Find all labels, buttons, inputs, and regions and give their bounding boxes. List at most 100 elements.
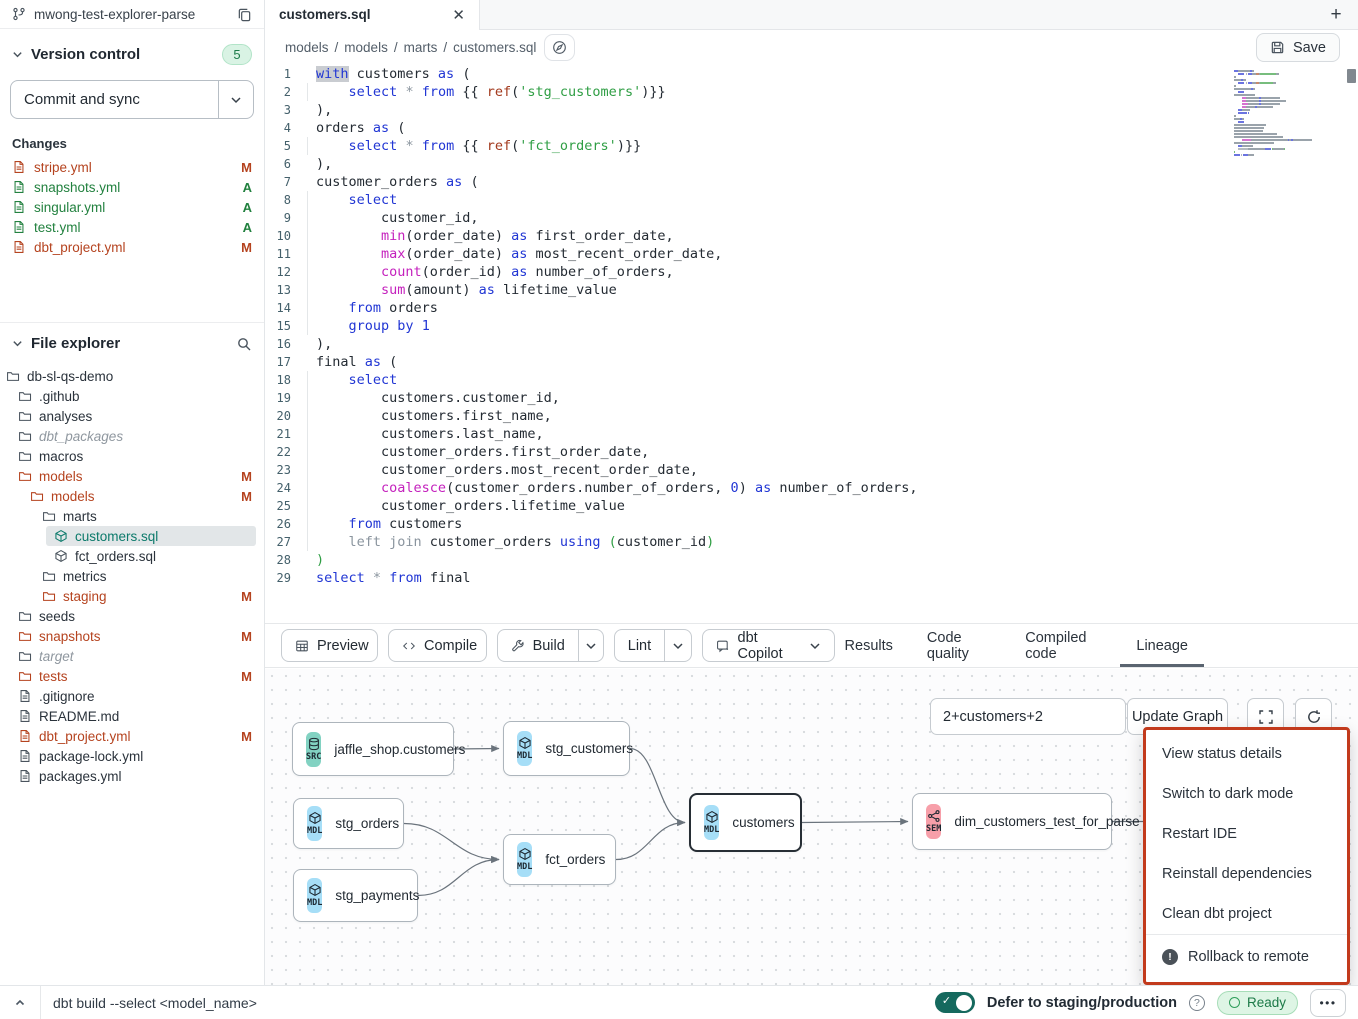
code-line[interactable]: 4orders as ( bbox=[265, 119, 1358, 137]
lineage-selector-input[interactable] bbox=[930, 698, 1126, 735]
changed-file-row[interactable]: stripe.yml M bbox=[0, 157, 264, 177]
tree-item-package-lock-yml[interactable]: package-lock.yml bbox=[0, 746, 264, 766]
code-line[interactable]: 28) bbox=[265, 551, 1358, 569]
commit-and-sync-button[interactable]: Commit and sync bbox=[10, 80, 254, 119]
lineage-node-stg-orders[interactable]: MDL stg_orders bbox=[293, 798, 404, 849]
help-question-icon[interactable]: ? bbox=[1189, 995, 1205, 1011]
code-line[interactable]: 5 select * from {{ ref('fct_orders')}} bbox=[265, 137, 1358, 155]
tree-item-snapshots[interactable]: snapshotsM bbox=[0, 626, 264, 646]
tree-item--github[interactable]: .github bbox=[0, 386, 264, 406]
breadcrumb-item[interactable]: models bbox=[344, 40, 388, 55]
code-line[interactable]: 29select * from final bbox=[265, 569, 1358, 587]
code-line[interactable]: 23 customer_orders.most_recent_order_dat… bbox=[265, 461, 1358, 479]
code-line[interactable]: 6), bbox=[265, 155, 1358, 173]
lineage-node-stg-payments[interactable]: MDL stg_payments bbox=[293, 869, 418, 922]
code-line[interactable]: 26 from customers bbox=[265, 515, 1358, 533]
tree-item-dbt-packages[interactable]: dbt_packages bbox=[0, 426, 264, 446]
code-line[interactable]: 11 max(order_date) as most_recent_order_… bbox=[265, 245, 1358, 263]
preview-button[interactable]: Preview bbox=[281, 629, 378, 662]
changed-file-row[interactable]: dbt_project.yml M bbox=[0, 237, 264, 257]
code-line[interactable]: 13 sum(amount) as lifetime_value bbox=[265, 281, 1358, 299]
close-tab-icon[interactable]: ✕ bbox=[452, 6, 465, 24]
breadcrumb-item[interactable]: models bbox=[285, 40, 329, 55]
code-line[interactable]: 3), bbox=[265, 101, 1358, 119]
code-line[interactable]: 2 select * from {{ ref('stg_customers')}… bbox=[265, 83, 1358, 101]
menu-item-clean-dbt-project[interactable]: Clean dbt project bbox=[1146, 894, 1347, 934]
changed-file-row[interactable]: snapshots.yml A bbox=[0, 177, 264, 197]
tree-item-seeds[interactable]: seeds bbox=[0, 606, 264, 626]
tree-item-tests[interactable]: testsM bbox=[0, 666, 264, 686]
save-button[interactable]: Save bbox=[1256, 33, 1340, 62]
code-line[interactable]: 19 customers.customer_id, bbox=[265, 389, 1358, 407]
defer-toggle[interactable]: ✓ bbox=[935, 992, 975, 1013]
code-line[interactable]: 1with customers as ( bbox=[265, 65, 1358, 83]
copy-icon[interactable] bbox=[237, 7, 252, 22]
code-editor[interactable]: 1with customers as (2 select * from {{ r… bbox=[265, 65, 1358, 623]
code-line[interactable]: 25 customer_orders.lifetime_value bbox=[265, 497, 1358, 515]
code-line[interactable]: 17final as ( bbox=[265, 353, 1358, 371]
tree-item-customers-sql[interactable]: customers.sql bbox=[0, 526, 264, 546]
commit-options-caret[interactable] bbox=[218, 81, 253, 118]
code-line[interactable]: 14 from orders bbox=[265, 299, 1358, 317]
tab-customers-sql[interactable]: customers.sql ✕ bbox=[265, 0, 480, 29]
compile-button[interactable]: Compile bbox=[388, 629, 487, 662]
cli-command-text[interactable]: dbt build --select <model_name> bbox=[53, 995, 257, 1011]
lineage-node-fct-orders[interactable]: MDL fct_orders bbox=[503, 834, 616, 885]
changed-file-row[interactable]: test.yml A bbox=[0, 217, 264, 237]
tree-item-models[interactable]: modelsM bbox=[0, 466, 264, 486]
status-ready-badge[interactable]: Ready bbox=[1217, 991, 1298, 1015]
dropdown-caret[interactable] bbox=[664, 630, 690, 661]
code-line[interactable]: 12 count(order_id) as number_of_orders, bbox=[265, 263, 1358, 281]
code-line[interactable]: 15 group by 1 bbox=[265, 317, 1358, 335]
code-line[interactable]: 9 customer_id, bbox=[265, 209, 1358, 227]
tab-code-quality[interactable]: Code quality bbox=[927, 624, 991, 667]
code-line[interactable]: 22 customer_orders.first_order_date, bbox=[265, 443, 1358, 461]
breadcrumb-item[interactable]: customers.sql bbox=[453, 40, 536, 55]
expand-panel-chevron-icon[interactable] bbox=[0, 986, 40, 1019]
tab-lineage[interactable]: Lineage bbox=[1136, 624, 1188, 667]
code-line[interactable]: 18 select bbox=[265, 371, 1358, 389]
menu-item-switch-to-dark-mode[interactable]: Switch to dark mode bbox=[1146, 774, 1347, 814]
code-line[interactable]: 20 customers.first_name, bbox=[265, 407, 1358, 425]
tree-item-metrics[interactable]: metrics bbox=[0, 566, 264, 586]
tree-item-db-sl-qs-demo[interactable]: db-sl-qs-demo bbox=[0, 366, 264, 386]
dropdown-caret[interactable] bbox=[578, 630, 603, 661]
minimap[interactable] bbox=[1234, 70, 1332, 157]
version-control-header[interactable]: Version control 5 bbox=[12, 44, 252, 65]
more-options-button[interactable]: ••• bbox=[1310, 989, 1346, 1017]
tree-item-fct-orders-sql[interactable]: fct_orders.sql bbox=[0, 546, 264, 566]
build-button[interactable]: Build bbox=[497, 629, 604, 662]
explore-compass-button[interactable] bbox=[544, 34, 575, 61]
tree-item-marts[interactable]: marts bbox=[0, 506, 264, 526]
tree-item-dbt-project-yml[interactable]: dbt_project.ymlM bbox=[0, 726, 264, 746]
tree-item-models[interactable]: modelsM bbox=[0, 486, 264, 506]
code-line[interactable]: 21 customers.last_name, bbox=[265, 425, 1358, 443]
tree-item-macros[interactable]: macros bbox=[0, 446, 264, 466]
dbt-copilot-button[interactable]: dbt Copilot bbox=[702, 629, 835, 662]
menu-item-view-status-details[interactable]: View status details bbox=[1146, 734, 1347, 774]
lineage-node-dim-customers-test-for-parse[interactable]: SEM dim_customers_test_for_parse bbox=[912, 793, 1112, 850]
search-icon[interactable] bbox=[236, 336, 252, 352]
code-line[interactable]: 10 min(order_date) as first_order_date, bbox=[265, 227, 1358, 245]
tree-item-staging[interactable]: stagingM bbox=[0, 586, 264, 606]
new-tab-button[interactable]: + bbox=[1314, 0, 1358, 29]
code-line[interactable]: 8 select bbox=[265, 191, 1358, 209]
code-line[interactable]: 24 coalesce(customer_orders.number_of_or… bbox=[265, 479, 1358, 497]
lineage-node-jaffle-shop-customers[interactable]: SRC jaffle_shop.customers bbox=[292, 722, 454, 776]
code-line[interactable]: 7customer_orders as ( bbox=[265, 173, 1358, 191]
tree-item--gitignore[interactable]: .gitignore bbox=[0, 686, 264, 706]
code-line[interactable]: 16), bbox=[265, 335, 1358, 353]
tree-item-packages-yml[interactable]: packages.yml bbox=[0, 766, 264, 786]
tree-item-analyses[interactable]: analyses bbox=[0, 406, 264, 426]
menu-item-reinstall-dependencies[interactable]: Reinstall dependencies bbox=[1146, 854, 1347, 894]
lineage-node-stg-customers[interactable]: MDL stg_customers bbox=[503, 721, 630, 776]
breadcrumb-item[interactable]: marts bbox=[404, 40, 438, 55]
menu-item-restart-ide[interactable]: Restart IDE bbox=[1146, 814, 1347, 854]
lineage-node-customers[interactable]: MDL customers bbox=[689, 793, 802, 852]
tree-item-target[interactable]: target bbox=[0, 646, 264, 666]
tab-results[interactable]: Results bbox=[845, 624, 893, 667]
tree-item-readme-md[interactable]: README.md bbox=[0, 706, 264, 726]
editor-scrollbar[interactable] bbox=[1347, 69, 1356, 83]
changed-file-row[interactable]: singular.yml A bbox=[0, 197, 264, 217]
code-line[interactable]: 27 left join customer_orders using (cust… bbox=[265, 533, 1358, 551]
